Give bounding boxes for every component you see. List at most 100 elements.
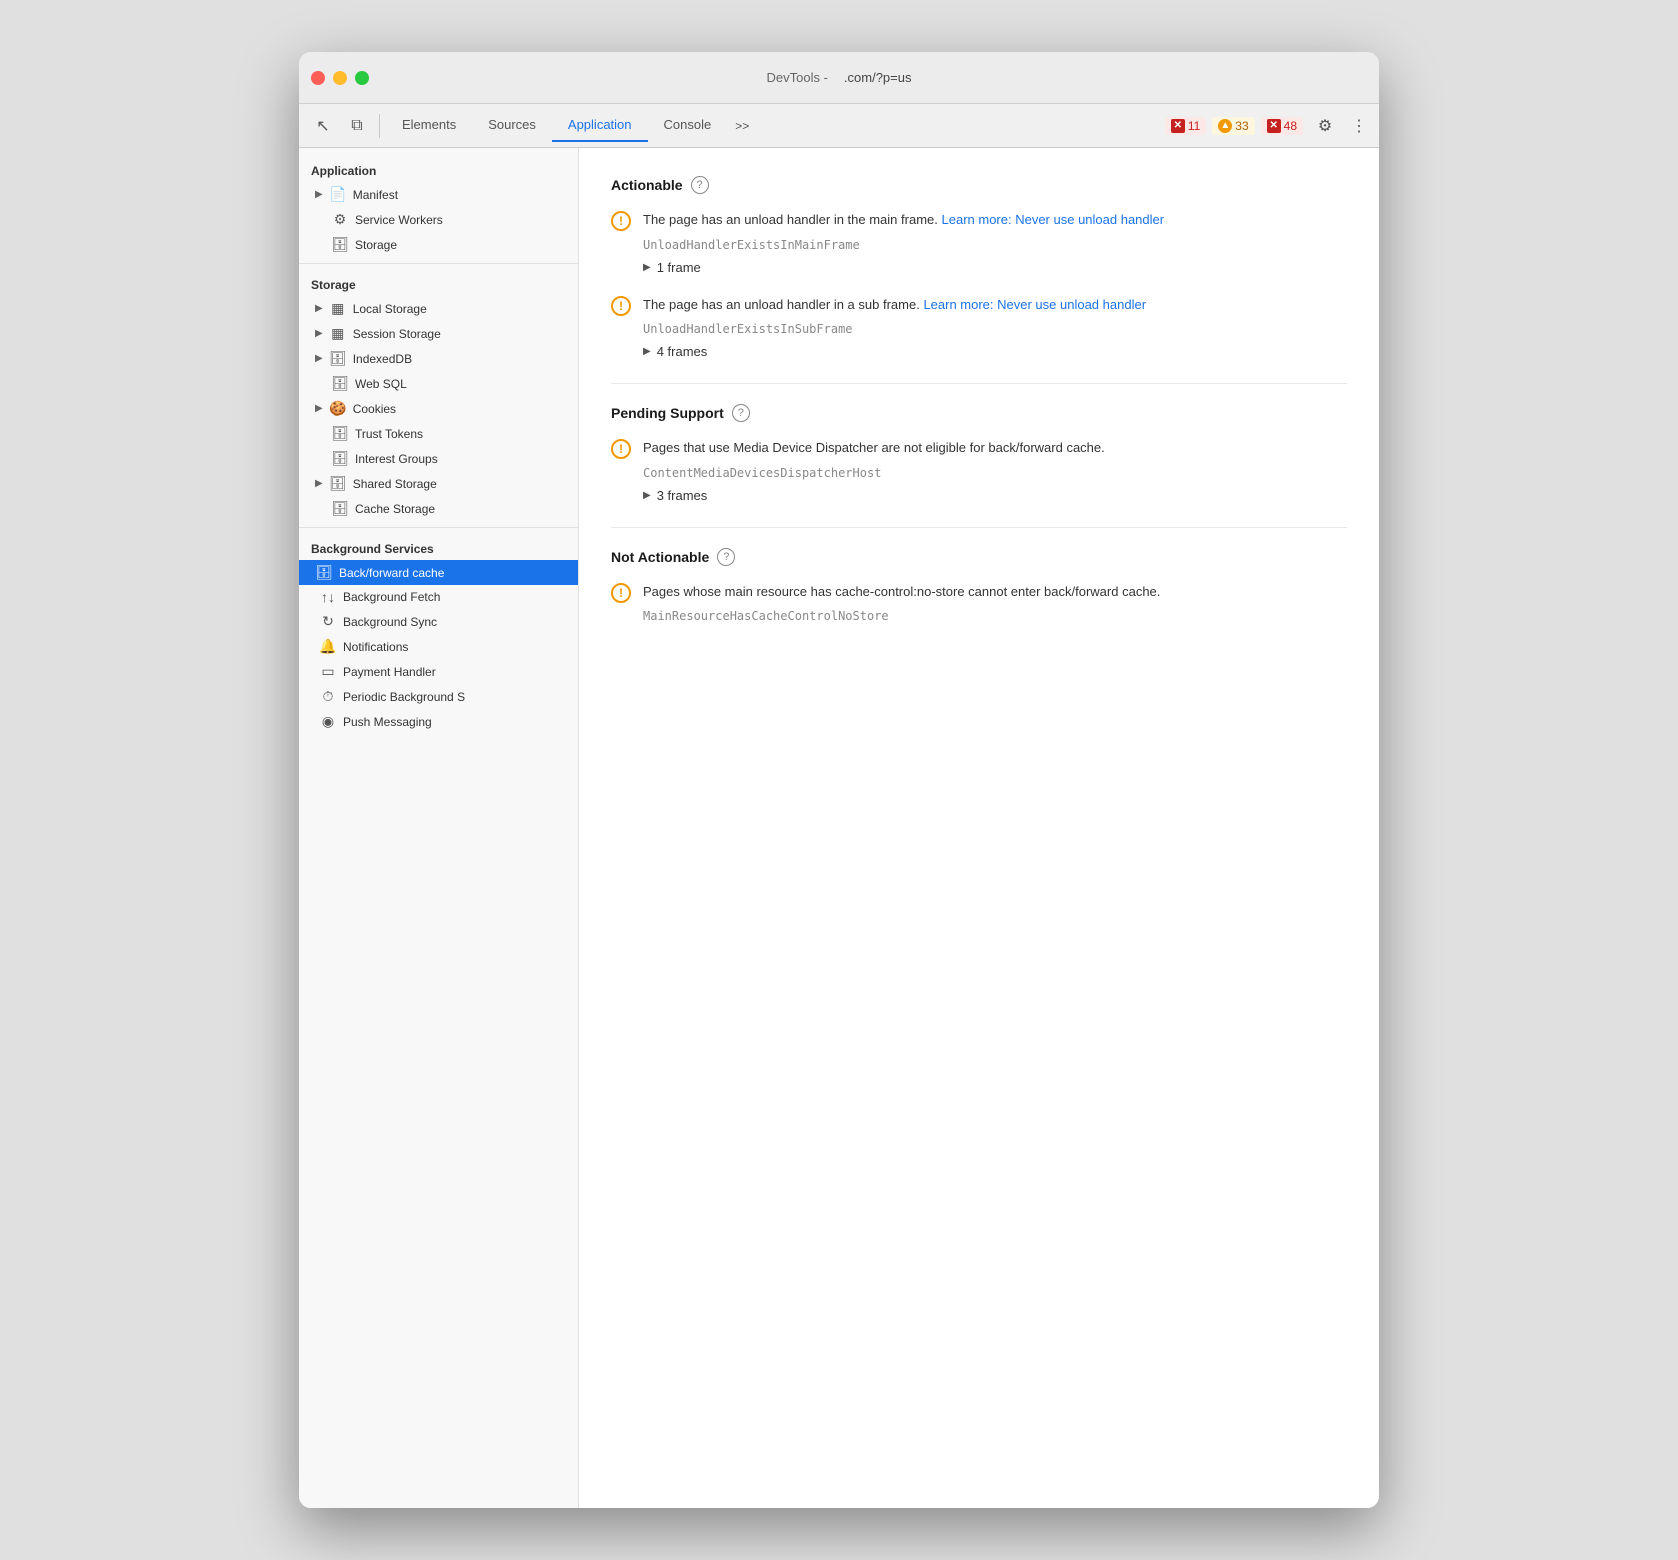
- sidebar-item-trust-tokens[interactable]: 🗄 Trust Tokens: [299, 421, 578, 446]
- local-storage-icon: ▦: [329, 300, 347, 317]
- sidebar-item-storage-app[interactable]: 🗄 Storage: [299, 232, 578, 257]
- settings-button[interactable]: ⚙: [1309, 110, 1341, 142]
- trust-tokens-icon: 🗄: [331, 425, 349, 442]
- issue-code-3: ContentMediaDevicesDispatcherHost: [643, 466, 1347, 480]
- maximize-button[interactable]: [355, 71, 369, 85]
- sidebar-item-local-storage[interactable]: ▶ ▦ Local Storage: [299, 296, 578, 321]
- pending-support-title: Pending Support: [611, 405, 724, 421]
- issue-link-2[interactable]: Learn more: Never use unload handler: [923, 297, 1146, 312]
- warnings-badge[interactable]: ▲ 33: [1212, 117, 1254, 135]
- indexeddb-expand: ▶: [315, 353, 323, 364]
- periodic-background-label: Periodic Background S: [343, 690, 465, 704]
- sidebar-item-manifest[interactable]: ▶ 📄 Manifest: [299, 182, 578, 207]
- cookies-label: Cookies: [353, 402, 396, 416]
- issue-frames-3[interactable]: ▶ 3 frames: [643, 488, 1347, 503]
- shared-storage-expand: ▶: [315, 478, 323, 489]
- settings-icon: ⚙: [1318, 116, 1332, 136]
- issue-unload-sub-frame: ! The page has an unload handler in a su…: [611, 295, 1347, 360]
- device-toolbar-button[interactable]: ⧉: [341, 110, 373, 142]
- interest-groups-label: Interest Groups: [355, 452, 438, 466]
- issue-text-4: Pages whose main resource has cache-cont…: [643, 582, 1347, 602]
- web-sql-icon: 🗄: [331, 375, 349, 392]
- devtools-window: DevTools - .com/?p=us ↖ ⧉ Elements Sourc…: [299, 52, 1379, 1508]
- issue-media-device: ! Pages that use Media Device Dispatcher…: [611, 438, 1347, 503]
- sidebar-item-push-messaging[interactable]: ◉ Push Messaging: [299, 709, 578, 734]
- sidebar-item-notifications[interactable]: 🔔 Notifications: [299, 634, 578, 659]
- sidebar-item-periodic-background[interactable]: ⏱ Periodic Background S: [299, 684, 578, 709]
- sidebar-item-indexeddb[interactable]: ▶ 🗄 IndexedDB: [299, 346, 578, 371]
- back-forward-cache-icon: 🗄: [315, 564, 333, 581]
- warning-icon-3: !: [611, 439, 631, 459]
- sidebar-item-cookies[interactable]: ▶ 🍪 Cookies: [299, 396, 578, 421]
- warning-icon: ▲: [1218, 119, 1232, 133]
- not-actionable-section: Not Actionable ? ! Pages whose main reso…: [611, 548, 1347, 632]
- panel-content: Actionable ? ! The page has an unload ha…: [579, 148, 1379, 1508]
- not-actionable-help-icon[interactable]: ?: [717, 548, 735, 566]
- sidebar-item-back-forward-cache[interactable]: 🗄 Back/forward cache: [299, 560, 578, 585]
- device-icon: ⧉: [351, 117, 362, 135]
- trust-tokens-label: Trust Tokens: [355, 427, 423, 441]
- issue-frames-1[interactable]: ▶ 1 frame: [643, 260, 1347, 275]
- issue-link-1[interactable]: Learn more: Never use unload handler: [942, 212, 1165, 227]
- cache-storage-label: Cache Storage: [355, 502, 435, 516]
- pending-support-help-icon[interactable]: ?: [732, 404, 750, 422]
- sidebar-item-interest-groups[interactable]: 🗄 Interest Groups: [299, 446, 578, 471]
- session-storage-expand: ▶: [315, 328, 323, 339]
- toolbar-badges: ✕ 11 ▲ 33 ✕ 48 ⚙ ⋮: [1165, 110, 1371, 142]
- background-sync-icon: ↻: [319, 613, 337, 630]
- sidebar-item-shared-storage[interactable]: ▶ 🗄 Shared Storage: [299, 471, 578, 496]
- sidebar-item-service-workers[interactable]: ⚙ Service Workers: [299, 207, 578, 232]
- indexeddb-label: IndexedDB: [353, 352, 412, 366]
- tab-application[interactable]: Application: [552, 109, 648, 142]
- storage-section-title: Storage: [299, 270, 578, 296]
- sidebar-item-session-storage[interactable]: ▶ ▦ Session Storage: [299, 321, 578, 346]
- sidebar-item-cache-storage[interactable]: 🗄 Cache Storage: [299, 496, 578, 521]
- issue-code-2: UnloadHandlerExistsInSubFrame: [643, 322, 1347, 336]
- minimize-button[interactable]: [333, 71, 347, 85]
- manifest-label: Manifest: [353, 188, 398, 202]
- frames-arrow-3: ▶: [643, 490, 651, 501]
- tab-sources[interactable]: Sources: [472, 109, 552, 142]
- title-bar-center: DevTools - .com/?p=us: [767, 70, 912, 85]
- issue-text-before-link-1: The page has an unload handler in the ma…: [643, 212, 938, 227]
- cache-storage-icon: 🗄: [331, 500, 349, 517]
- issues-badge[interactable]: ✕ 48: [1261, 117, 1303, 135]
- periodic-background-icon: ⏱: [319, 688, 337, 705]
- tab-console[interactable]: Console: [648, 109, 728, 142]
- cookies-expand: ▶: [315, 403, 323, 414]
- more-options-button[interactable]: ⋮: [1347, 110, 1371, 142]
- issue-frames-2[interactable]: ▶ 4 frames: [643, 344, 1347, 359]
- notifications-label: Notifications: [343, 640, 408, 654]
- cookies-icon: 🍪: [329, 400, 347, 417]
- issue-text-1: The page has an unload handler in the ma…: [643, 210, 1347, 230]
- not-actionable-header: Not Actionable ?: [611, 548, 1347, 566]
- actionable-help-icon[interactable]: ?: [691, 176, 709, 194]
- sidebar-item-payment-handler[interactable]: ▭ Payment Handler: [299, 659, 578, 684]
- issue-body-2: The page has an unload handler in a sub …: [643, 295, 1347, 360]
- close-button[interactable]: [311, 71, 325, 85]
- sidebar-item-web-sql[interactable]: 🗄 Web SQL: [299, 371, 578, 396]
- more-tabs-button[interactable]: >>: [727, 115, 757, 137]
- errors-badge[interactable]: ✕ 11: [1165, 117, 1206, 135]
- frames-label-3: 3 frames: [657, 488, 708, 503]
- sidebar-item-background-fetch[interactable]: ↑↓ Background Fetch: [299, 585, 578, 609]
- toolbar-divider-1: [379, 114, 380, 138]
- issue-text-2: The page has an unload handler in a sub …: [643, 295, 1347, 315]
- shared-storage-icon: 🗄: [329, 475, 347, 492]
- tab-elements[interactable]: Elements: [386, 109, 472, 142]
- sidebar-item-background-sync[interactable]: ↻ Background Sync: [299, 609, 578, 634]
- bg-services-section-title: Background Services: [299, 534, 578, 560]
- url-display: .com/?p=us: [844, 70, 912, 85]
- cursor-tool-button[interactable]: ↖: [307, 110, 339, 142]
- warnings-count: 33: [1235, 119, 1248, 133]
- main-content: Application ▶ 📄 Manifest ⚙ Service Worke…: [299, 148, 1379, 1508]
- manifest-icon: 📄: [329, 186, 347, 203]
- actionable-title: Actionable: [611, 177, 683, 193]
- background-fetch-label: Background Fetch: [343, 590, 440, 604]
- warning-icon-2: !: [611, 296, 631, 316]
- issue-unload-main-frame: ! The page has an unload handler in the …: [611, 210, 1347, 275]
- divider-actionable-pending: [611, 383, 1347, 384]
- frames-label-2: 4 frames: [657, 344, 708, 359]
- payment-handler-icon: ▭: [319, 663, 337, 680]
- payment-handler-label: Payment Handler: [343, 665, 436, 679]
